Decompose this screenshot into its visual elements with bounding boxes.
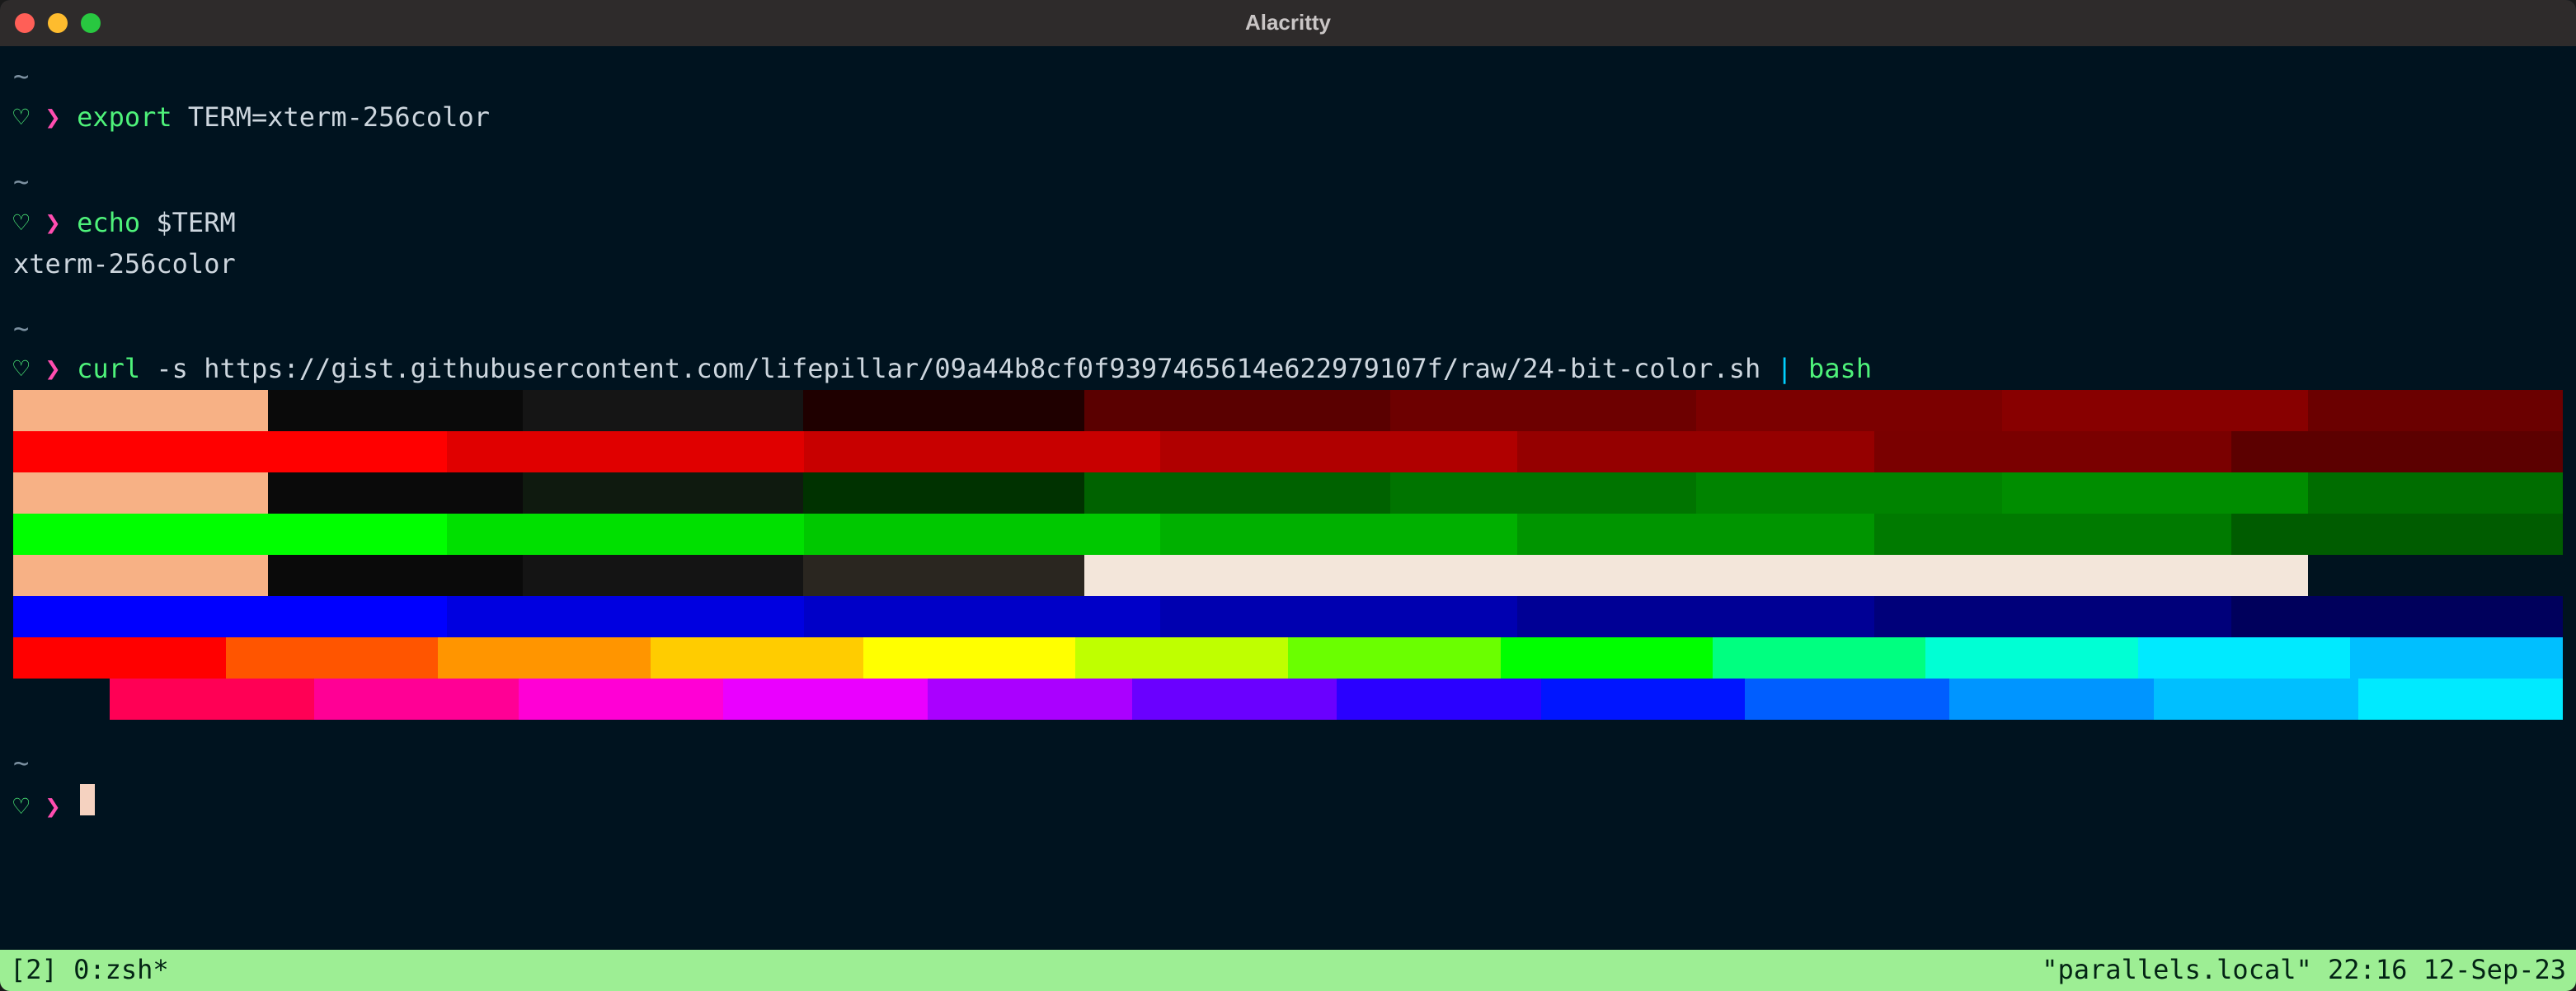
status-left: [2] 0:zsh* [10,953,169,988]
chevron-icon: ❯ [29,203,77,244]
color-strip-6 [13,596,2563,637]
command-name: export [77,97,172,139]
app-window: Alacritty ~ ♡ ❯ export TERM=xterm-256col… [0,0,2576,991]
tilde-line: ~ [13,56,2563,97]
color-strip-4 [13,514,2563,555]
prompt-line-1: ♡ ❯ export TERM=xterm-256color [13,97,2563,139]
prompt-line-cursor[interactable]: ♡ ❯ [13,784,2563,828]
chevron-icon: ❯ [29,97,77,139]
status-right: "parallels.local" 22:16 12-Sep-23 [2042,953,2566,988]
command-args: -s https://gist.githubusercontent.com/li… [140,349,1776,390]
command-output: xterm-256color [13,244,2563,285]
terminal[interactable]: ~ ♡ ❯ export TERM=xterm-256color ~ ♡ ❯ e… [0,46,2576,950]
window-controls [15,13,101,33]
minimize-icon[interactable] [48,13,68,33]
color-strip-3 [13,472,2563,514]
heart-icon: ♡ [13,787,29,828]
rainbow-strip-1 [13,637,2563,679]
maximize-icon[interactable] [81,13,101,33]
pipe-symbol: | [1776,349,1792,390]
command-name: bash [1793,349,1872,390]
window-title: Alacritty [1245,9,1331,37]
command-name: echo [77,203,140,244]
color-strip-1 [13,390,2563,431]
tilde-line: ~ [13,308,2563,350]
heart-icon: ♡ [13,97,29,139]
command-name: curl [77,349,140,390]
tmux-status-bar[interactable]: [2] 0:zsh* "parallels.local" 22:16 12-Se… [0,950,2576,991]
rainbow-strip-2 [110,679,2563,720]
color-strip-5 [13,555,2563,596]
titlebar[interactable]: Alacritty [0,0,2576,46]
tilde-line: ~ [13,162,2563,203]
prompt-line-2: ♡ ❯ echo $TERM [13,203,2563,244]
heart-icon: ♡ [13,349,29,390]
cursor [80,784,95,815]
command-args: $TERM [140,203,236,244]
heart-icon: ♡ [13,203,29,244]
close-icon[interactable] [15,13,35,33]
prompt-line-3: ♡ ❯ curl -s https://gist.githubuserconte… [13,349,2563,390]
chevron-icon: ❯ [29,349,77,390]
color-strip-2 [13,431,2563,472]
tilde-line: ~ [13,743,2563,784]
command-args: TERM=xterm-256color [172,97,490,139]
chevron-icon: ❯ [29,787,77,828]
